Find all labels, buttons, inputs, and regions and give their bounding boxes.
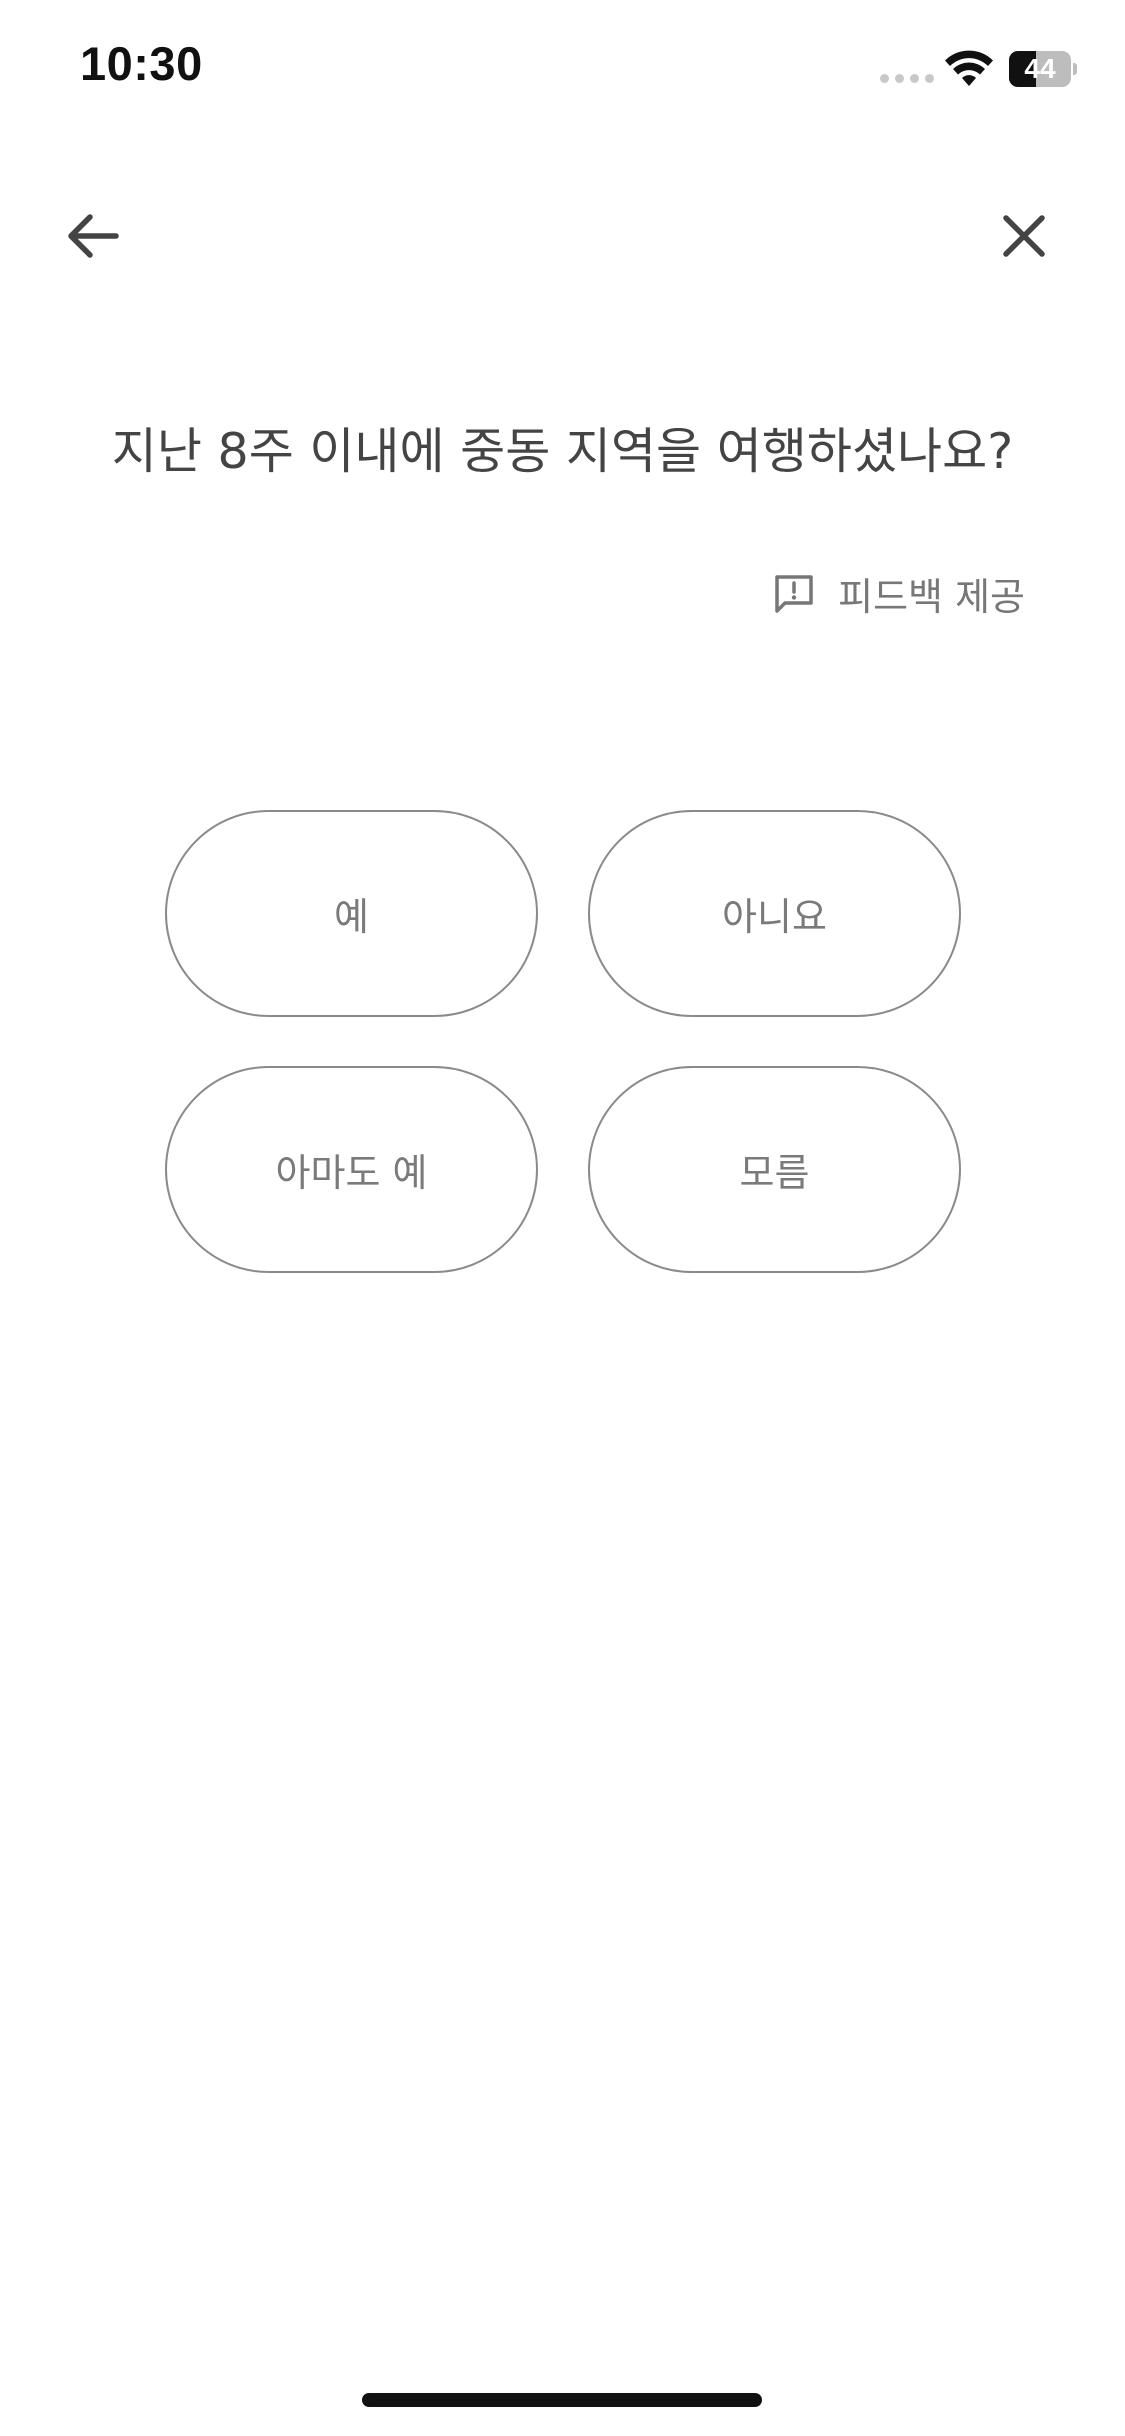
option-unknown-button[interactable]: 모름 [588,1066,961,1273]
option-maybe-yes-button[interactable]: 아마도 예 [165,1066,538,1273]
battery-icon: 44 [1009,51,1077,87]
option-no-button[interactable]: 아니요 [588,810,961,1017]
battery-level-text: 44 [1024,53,1056,84]
feedback-label: 피드백 제공 [838,575,1025,619]
status-time: 10:30 [80,37,203,90]
wifi-icon [945,50,993,86]
feedback-icon [775,574,813,613]
close-icon [1003,215,1045,257]
answer-options: 예 아니요 아마도 예 모름 [165,810,961,1273]
close-button[interactable] [984,196,1064,276]
arrow-left-icon [68,214,119,258]
feedback-button[interactable]: 피드백 제공 [772,566,1025,621]
back-button[interactable] [52,196,132,276]
home-indicator[interactable] [362,2393,762,2407]
cellular-signal-icon [880,74,934,83]
status-bar: 10:30 44 [0,0,1125,140]
option-yes-button[interactable]: 예 [165,810,538,1017]
question-text: 지난 8주 이내에 중동 지역을 여행하셨나요? [111,423,1014,480]
